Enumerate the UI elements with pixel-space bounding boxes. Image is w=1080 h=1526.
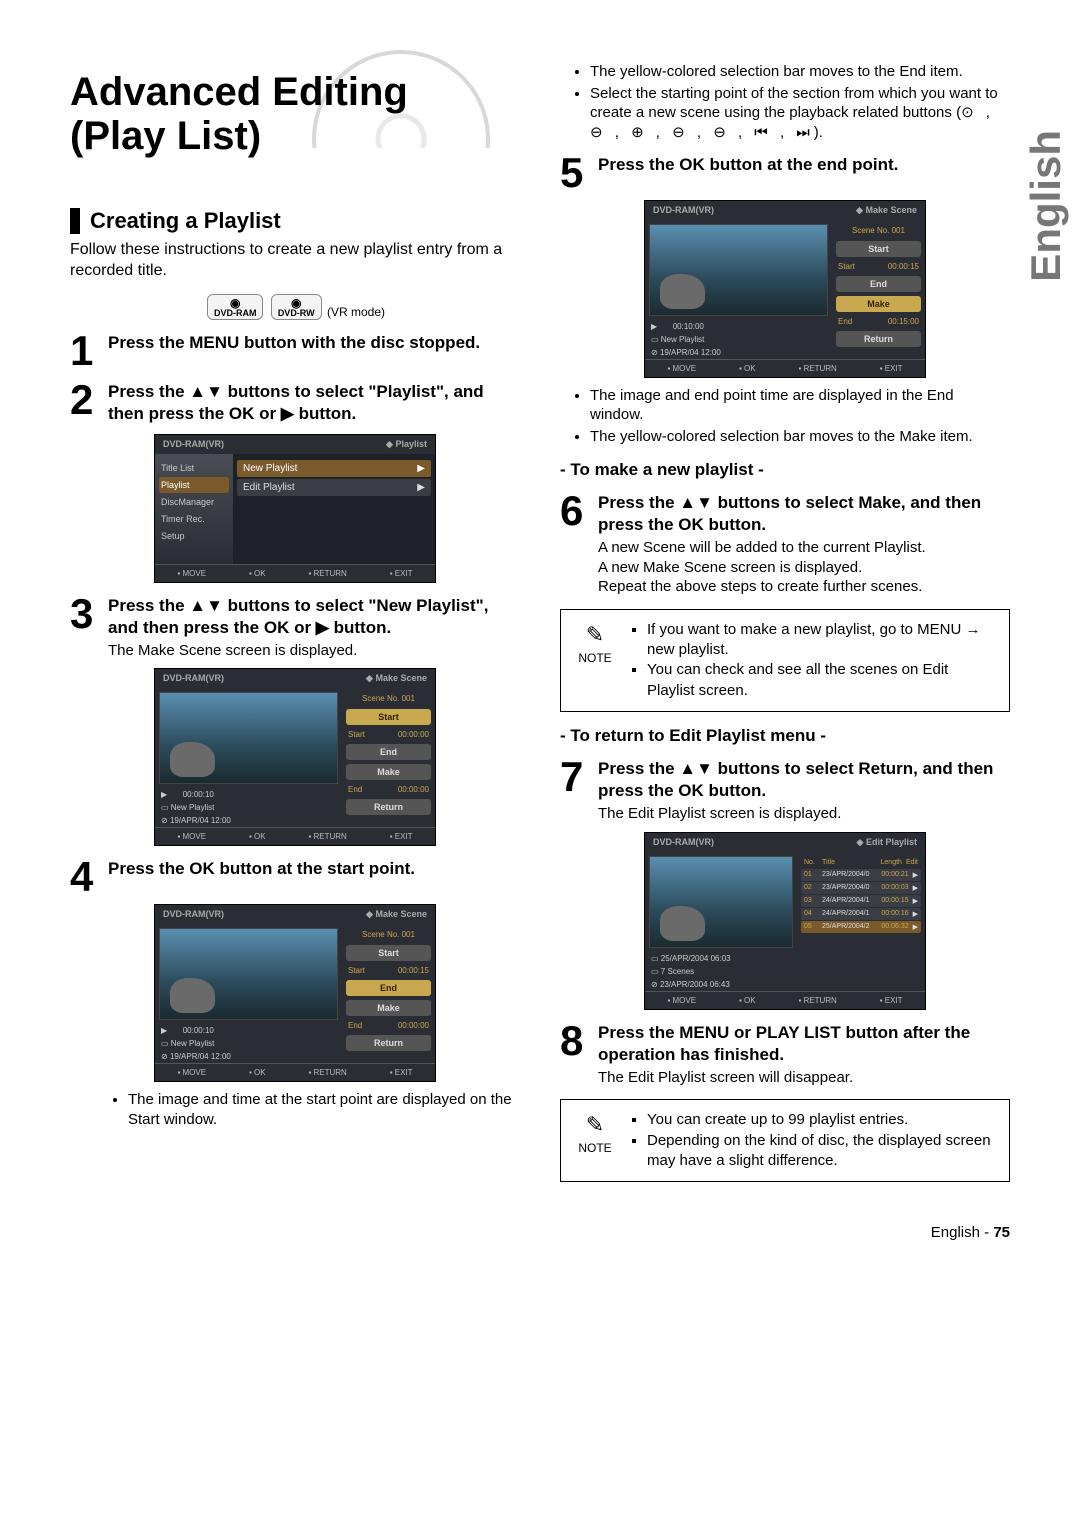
- page-title-block: Advanced Editing (Play List): [70, 60, 520, 178]
- step-desc: A new Scene will be added to the current…: [598, 538, 1010, 597]
- step4-bullets-cont: The yellow-colored selection bar moves t…: [572, 62, 1010, 142]
- note-icon: ✎: [573, 620, 617, 650]
- step-title: Press the MENU or PLAY LIST button after…: [598, 1022, 1010, 1066]
- page-title: Advanced Editing (Play List): [70, 70, 520, 158]
- step-number: 2: [70, 381, 100, 425]
- step-desc: The Edit Playlist screen is displayed.: [598, 804, 1010, 824]
- note-box-2: ✎NOTE You can create up to 99 playlist e…: [560, 1099, 1010, 1182]
- step-3: 3 Press the ▲▼ buttons to select "New Pl…: [70, 595, 520, 661]
- step-number: 7: [560, 758, 590, 824]
- subheading-make: - To make a new playlist -: [560, 460, 1010, 480]
- step-4: 4 Press the OK button at the start point…: [70, 858, 520, 896]
- language-side-tab: English: [1022, 130, 1070, 282]
- step-title: Press the ▲▼ buttons to select Make, and…: [598, 492, 1010, 536]
- step-desc: The Make Scene screen is displayed.: [108, 641, 520, 661]
- osd-make-scene-start: DVD-RAM(VR)◆ Make Scene ▶ 00:00:10 ▭ New…: [154, 904, 436, 1082]
- dvd-rw-icon: DVD-RW: [271, 294, 322, 320]
- step-7: 7 Press the ▲▼ buttons to select Return,…: [560, 758, 1010, 824]
- step-title: Press the ▲▼ buttons to select Return, a…: [598, 758, 1010, 802]
- step-title: Press the MENU button with the disc stop…: [108, 332, 520, 354]
- osd-edit-playlist: DVD-RAM(VR)◆ Edit Playlist ▭ 25/APR/2004…: [644, 832, 926, 1010]
- note-icon: ✎: [573, 1110, 617, 1140]
- step-number: 4: [70, 858, 100, 896]
- dvd-ram-icon: DVD-RAM: [207, 294, 264, 320]
- osd-make-scene-initial: DVD-RAM(VR)◆ Make Scene ▶ 00:00:10 ▭ New…: [154, 668, 436, 846]
- step5-bullets: The image and end point time are display…: [572, 386, 1010, 447]
- vr-mode-label: (VR mode): [327, 305, 385, 319]
- disc-compatibility: DVD-RAM DVD-RW (VR mode): [70, 294, 520, 320]
- step-number: 8: [560, 1022, 590, 1088]
- step4-bullets: The image and time at the start point ar…: [110, 1090, 520, 1129]
- step-title: Press the ▲▼ buttons to select "Playlist…: [108, 381, 520, 425]
- subheading-return: - To return to Edit Playlist menu -: [560, 726, 1010, 746]
- step-6: 6 Press the ▲▼ buttons to select Make, a…: [560, 492, 1010, 597]
- step-title: Press the OK button at the end point.: [598, 154, 1010, 176]
- step-title: Press the OK button at the start point.: [108, 858, 520, 880]
- step-2: 2 Press the ▲▼ buttons to select "Playli…: [70, 381, 520, 425]
- osd-make-scene-end: DVD-RAM(VR)◆ Make Scene ▶ 00:10:00 ▭ New…: [644, 200, 926, 378]
- section-heading-creating: Creating a Playlist: [70, 208, 520, 234]
- section-intro: Follow these instructions to create a ne…: [70, 240, 520, 282]
- page-footer: English - 75: [70, 1224, 1010, 1241]
- step-8: 8 Press the MENU or PLAY LIST button aft…: [560, 1022, 1010, 1088]
- step-number: 5: [560, 154, 590, 192]
- step-title: Press the ▲▼ buttons to select "New Play…: [108, 595, 520, 639]
- step-number: 1: [70, 332, 100, 370]
- note-box-1: ✎NOTE If you want to make a new playlist…: [560, 609, 1010, 712]
- step-number: 3: [70, 595, 100, 661]
- osd-playlist-menu: DVD-RAM(VR)◆ Playlist Title List Playlis…: [154, 434, 436, 583]
- step-number: 6: [560, 492, 590, 597]
- step-5: 5 Press the OK button at the end point.: [560, 154, 1010, 192]
- step-desc: The Edit Playlist screen will disappear.: [598, 1068, 1010, 1088]
- step-1: 1 Press the MENU button with the disc st…: [70, 332, 520, 370]
